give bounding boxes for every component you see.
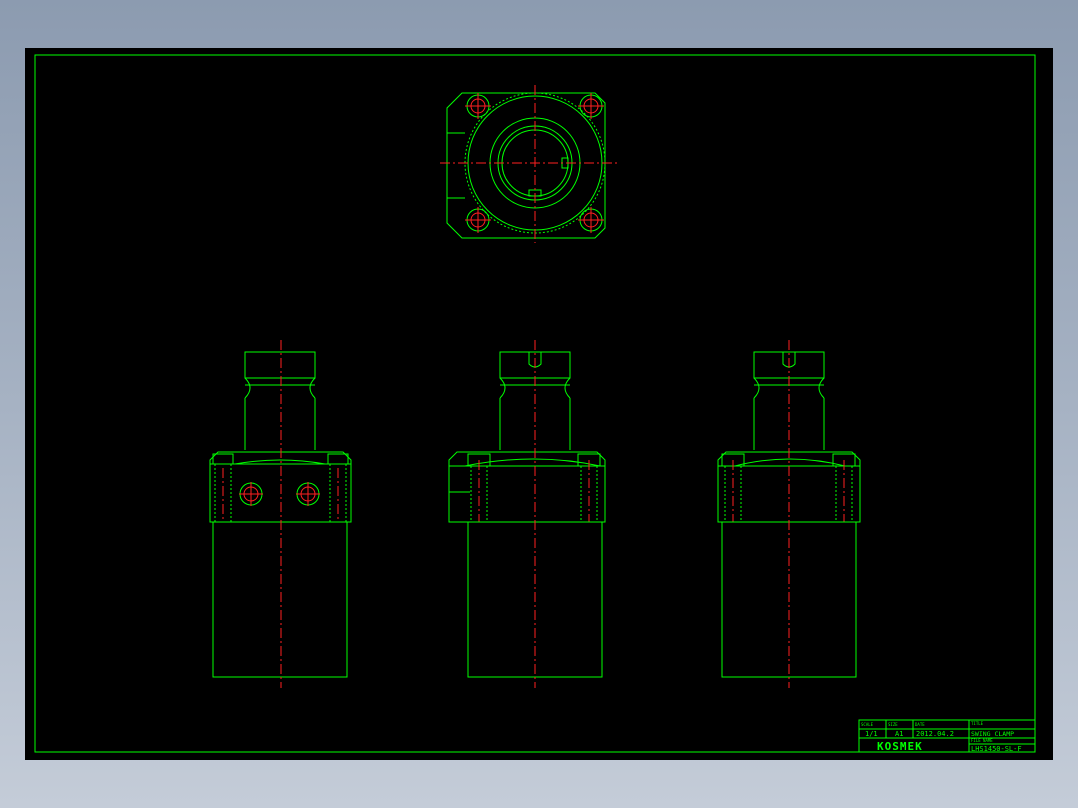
front-view-middle: [448, 340, 606, 688]
cad-drawing: SCALE 1/1 SIZE A1 DATE 2012.04.2 TITLE S…: [34, 54, 1036, 753]
size-value: A1: [895, 730, 903, 738]
scale-label: SCALE: [861, 722, 874, 727]
filename-value: LHS1450-SL-F: [971, 745, 1022, 753]
front-view-left: [209, 340, 352, 688]
scale-value: 1/1: [865, 730, 878, 738]
title-value: SWING CLAMP: [971, 730, 1014, 738]
filename-label: FILE NAME: [971, 738, 993, 743]
top-view: [440, 85, 617, 243]
title-label: TITLE: [971, 721, 984, 726]
date-value: 2012.04.2: [916, 730, 954, 738]
title-block: SCALE 1/1 SIZE A1 DATE 2012.04.2 TITLE S…: [858, 719, 1036, 753]
bolt-hole-bottom-left: [465, 207, 491, 233]
size-label: SIZE: [888, 722, 898, 727]
date-label: DATE: [915, 722, 925, 727]
company-logo: KOSMEK: [877, 740, 923, 753]
drawing-sheet: SCALE 1/1 SIZE A1 DATE 2012.04.2 TITLE S…: [25, 48, 1053, 760]
front-view-right: [717, 340, 861, 688]
bolt-hole-top-left: [465, 93, 491, 119]
